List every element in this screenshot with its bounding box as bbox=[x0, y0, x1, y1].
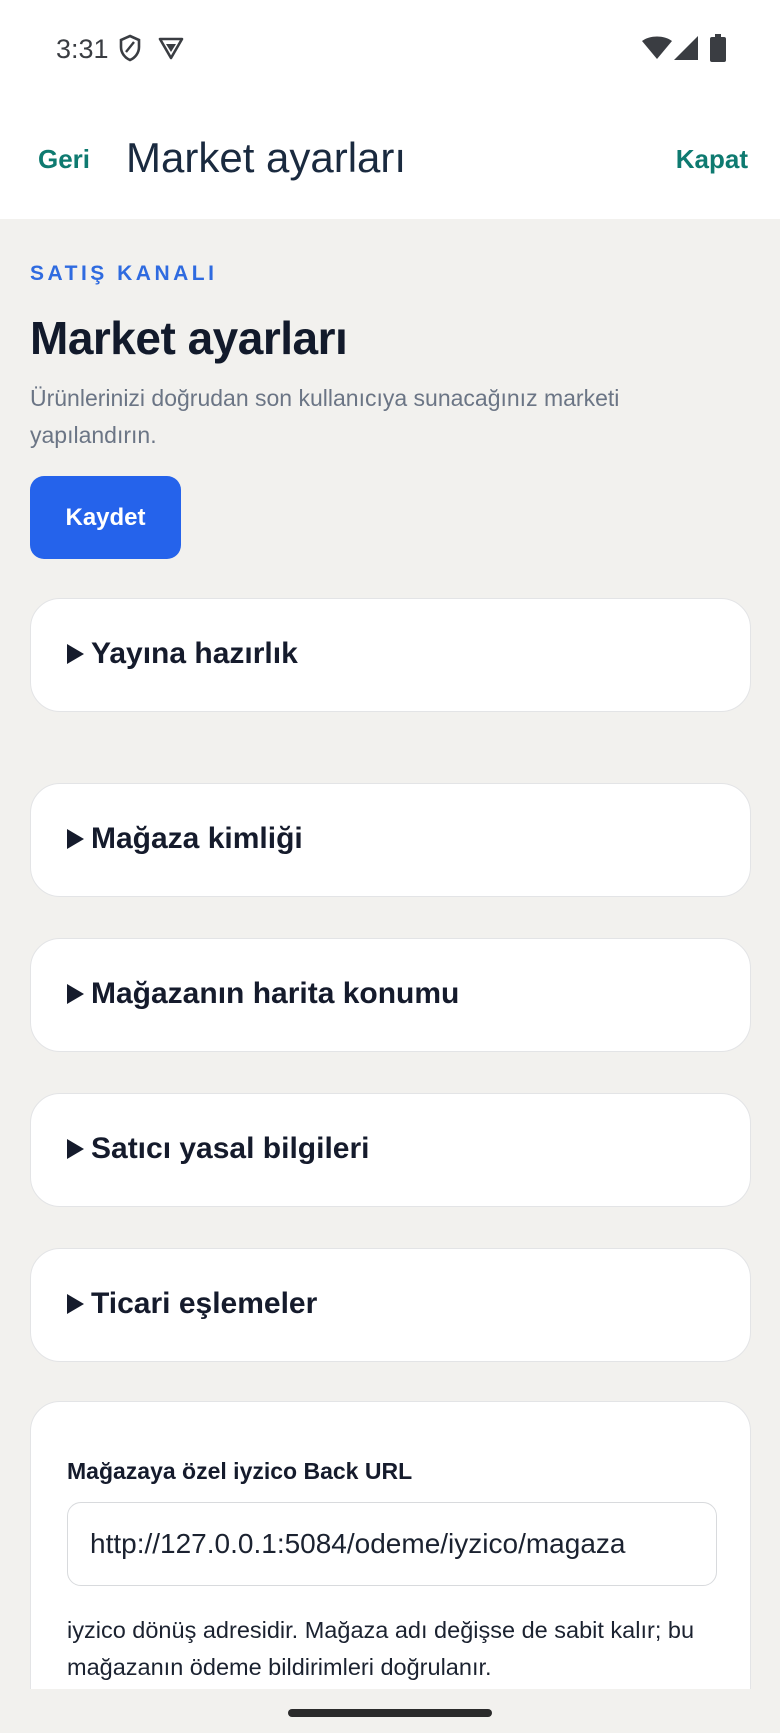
section-yasal-bilgiler[interactable]: Satıcı yasal bilgileri bbox=[30, 1093, 751, 1207]
screen: 3:31 Geri Market ayarları Kapat SATIŞ KA… bbox=[0, 0, 780, 1733]
page-heading: Market ayarları bbox=[30, 312, 348, 364]
vpn-icon bbox=[158, 37, 184, 60]
caret-right-icon bbox=[67, 644, 84, 664]
navigation-bar bbox=[0, 1689, 780, 1733]
section-label: Mağazanın harita konumu bbox=[91, 977, 460, 1010]
back-url-help-text: iyzico dönüş adresidir. Mağaza adı değiş… bbox=[67, 1617, 695, 1680]
app-bar: Geri Market ayarları Kapat bbox=[0, 100, 780, 219]
status-bar: 3:31 bbox=[0, 0, 780, 100]
section-label: Yayına hazırlık bbox=[91, 637, 298, 670]
section-label: Satıcı yasal bilgileri bbox=[91, 1132, 370, 1165]
section-label: Mağaza kimliği bbox=[91, 822, 303, 855]
save-button[interactable]: Kaydet bbox=[30, 476, 181, 559]
caret-right-icon bbox=[67, 1294, 84, 1314]
back-button[interactable]: Geri bbox=[38, 144, 90, 175]
section-yayina-hazirlik[interactable]: Yayına hazırlık bbox=[30, 598, 751, 712]
section-magaza-kimligi[interactable]: Mağaza kimliği bbox=[30, 783, 751, 897]
caret-right-icon bbox=[67, 829, 84, 849]
back-url-input[interactable]: http://127.0.0.1:5084/odeme/iyzico/magaz… bbox=[67, 1502, 717, 1586]
back-url-card: Mağazaya özel iyzico Back URL http://127… bbox=[30, 1401, 751, 1689]
shield-icon bbox=[119, 34, 141, 62]
main-content[interactable]: SATIŞ KANALI Market ayarları Ürünleriniz… bbox=[0, 219, 780, 1689]
app-bar-title: Market ayarları bbox=[126, 134, 407, 181]
section-eyebrow: SATIŞ KANALI bbox=[30, 262, 218, 285]
section-harita-konumu[interactable]: Mağazanın harita konumu bbox=[30, 938, 751, 1052]
close-button[interactable]: Kapat bbox=[676, 144, 748, 175]
signal-icon bbox=[674, 36, 698, 60]
wifi-icon bbox=[642, 36, 672, 59]
gesture-handle[interactable] bbox=[288, 1709, 492, 1717]
back-url-label: Mağazaya özel iyzico Back URL bbox=[67, 1458, 413, 1484]
caret-right-icon bbox=[67, 984, 84, 1004]
status-time: 3:31 bbox=[56, 34, 109, 64]
battery-icon bbox=[710, 34, 726, 62]
page-subtitle: Ürünlerinizi doğrudan son kullanıcıya su… bbox=[30, 385, 620, 448]
section-label: Ticari eşlemeler bbox=[91, 1287, 318, 1320]
section-ticari-eslemeler[interactable]: Ticari eşlemeler bbox=[30, 1248, 751, 1362]
caret-right-icon bbox=[67, 1139, 84, 1159]
